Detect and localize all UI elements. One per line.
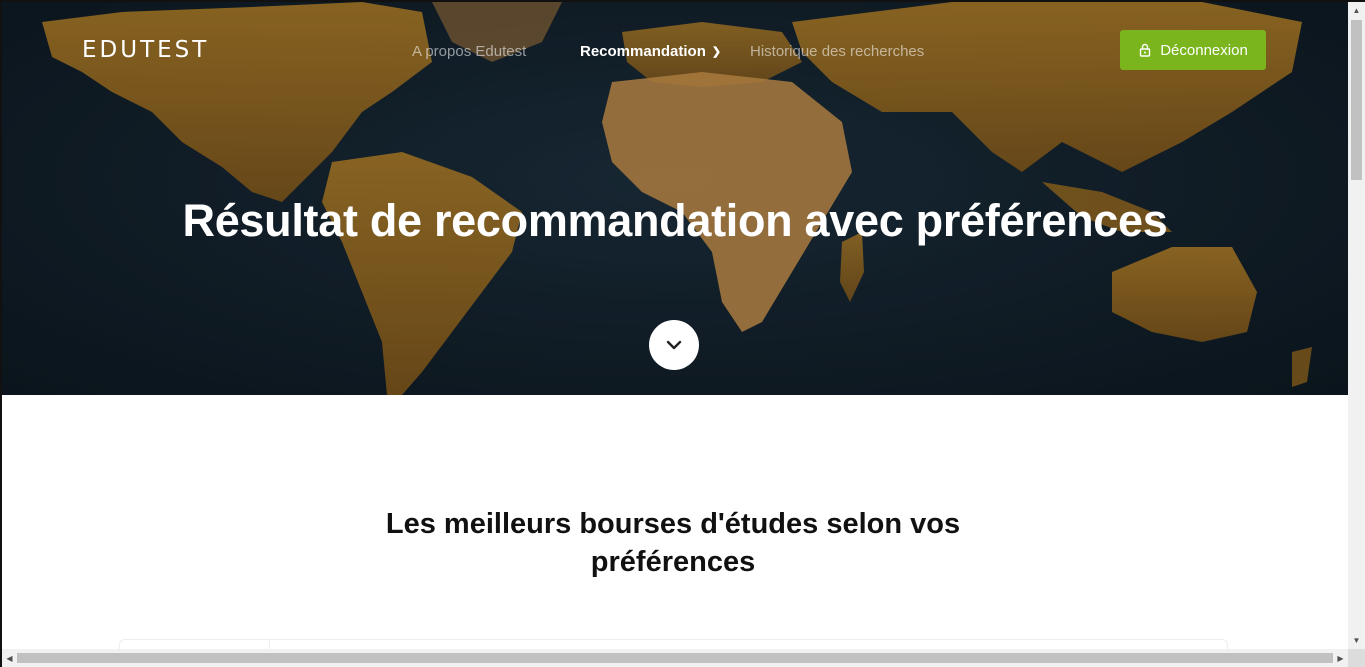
scrollbar-corner bbox=[1348, 649, 1365, 667]
logout-button[interactable]: Déconnexion bbox=[1120, 30, 1266, 70]
scroll-down-button[interactable] bbox=[649, 320, 699, 370]
horizontal-scroll-thumb[interactable] bbox=[17, 653, 1333, 663]
section-title-line1: Les meilleurs bourses d'études selon vos bbox=[385, 508, 961, 540]
brand-logo[interactable]: EDUTEST bbox=[82, 37, 209, 63]
hero-banner: EDUTEST A propos Edutest Recommandation ❯… bbox=[2, 2, 1348, 395]
scroll-right-arrow-icon[interactable]: ▶ bbox=[1333, 649, 1348, 667]
horizontal-scrollbar[interactable]: ◀ ▶ bbox=[2, 649, 1348, 667]
scroll-left-arrow-icon[interactable]: ◀ bbox=[2, 649, 17, 667]
scroll-up-arrow-icon[interactable]: ▲ bbox=[1348, 2, 1365, 19]
nav-recommandation-label: Recommandation bbox=[580, 43, 706, 60]
nav-a-propos[interactable]: A propos Edutest bbox=[412, 43, 526, 60]
lock-icon bbox=[1140, 43, 1151, 57]
vertical-scroll-thumb[interactable] bbox=[1351, 20, 1362, 180]
scroll-down-arrow-icon[interactable]: ▼ bbox=[1348, 632, 1365, 649]
section-title-line2: préférences bbox=[590, 546, 756, 578]
section-title: Les meilleurs bourses d'études selon vos… bbox=[340, 505, 1006, 581]
hero-title: Résultat de recommandation avec préféren… bbox=[182, 195, 1168, 246]
nav-historique[interactable]: Historique des recherches bbox=[750, 43, 924, 60]
chevron-down-icon: ❯ bbox=[711, 46, 722, 58]
logout-label: Déconnexion bbox=[1160, 41, 1248, 59]
vertical-scrollbar[interactable]: ▲ ▼ bbox=[1348, 2, 1365, 649]
nav-recommandation[interactable]: Recommandation ❯ bbox=[580, 43, 721, 60]
chevron-down-icon bbox=[666, 340, 682, 350]
